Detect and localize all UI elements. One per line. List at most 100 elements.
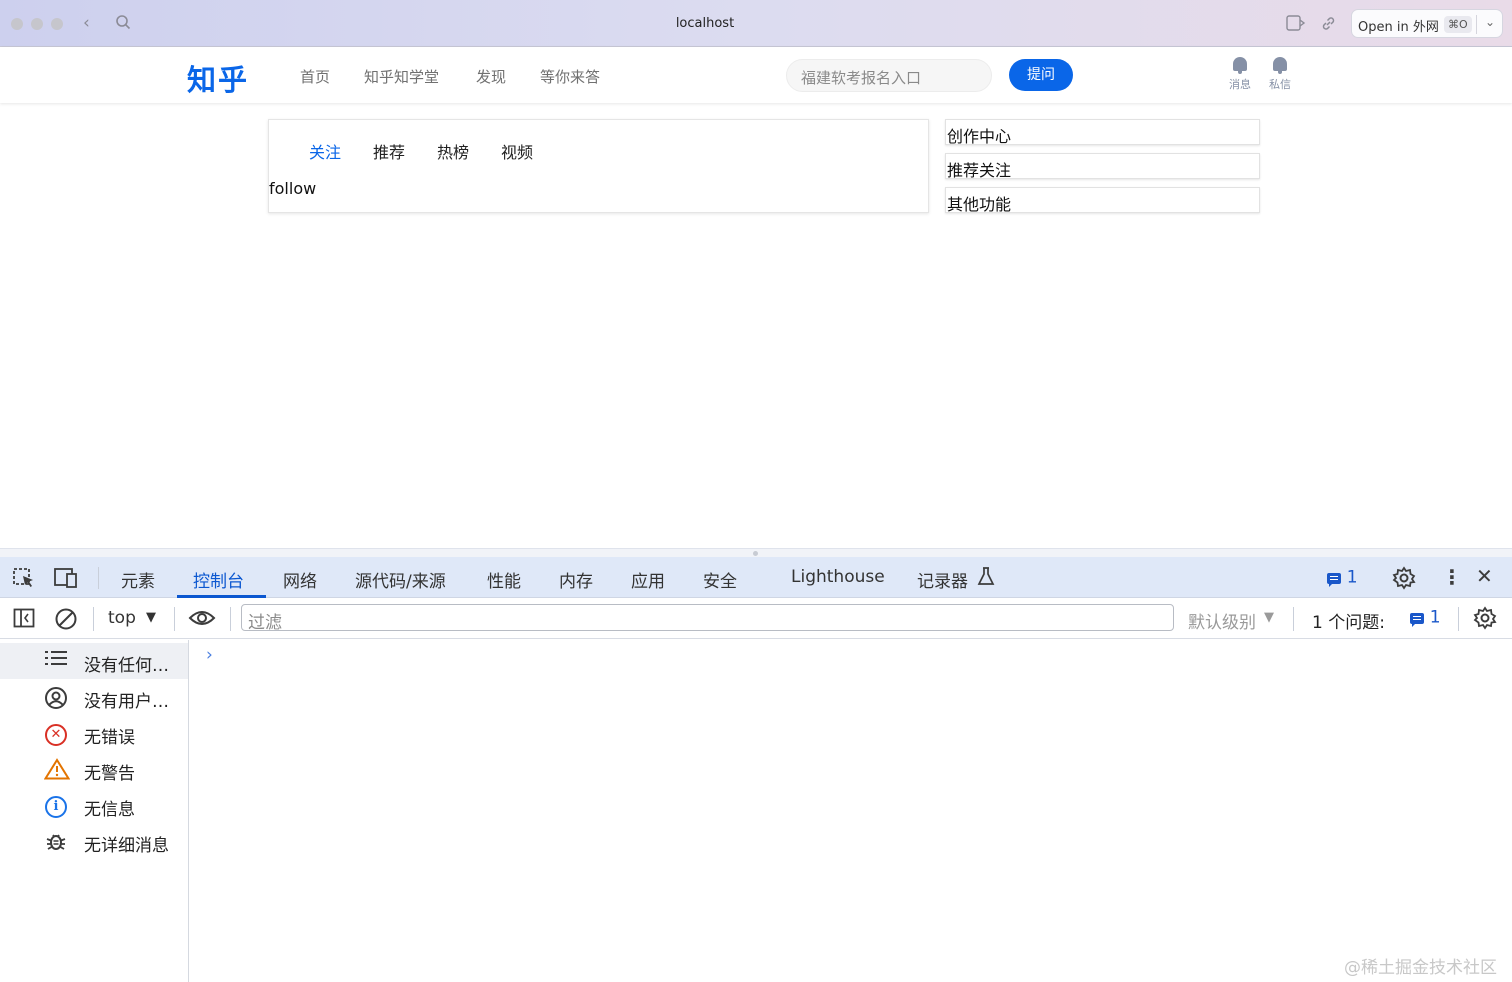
tab-performance[interactable]: 性能 <box>487 567 521 592</box>
sidebar-item-label: 无警告 <box>84 764 135 784</box>
message-icon <box>1410 612 1424 627</box>
tab-lighthouse[interactable]: Lighthouse <box>791 567 885 587</box>
sidebar-item-label: 无详细消息 <box>84 836 169 856</box>
nav-item-waiting-answers[interactable]: 等你来答 <box>540 66 600 87</box>
caret-down-icon[interactable]: ▼ <box>1264 610 1274 625</box>
nav-item-academy[interactable]: 知乎知学堂 <box>364 66 439 87</box>
list-icon <box>44 650 68 672</box>
settings-gear-icon[interactable] <box>1392 566 1416 594</box>
tab-security[interactable]: 安全 <box>703 567 737 592</box>
issues-label: 1 个问题: <box>1312 613 1385 633</box>
clear-console-icon[interactable] <box>54 607 78 635</box>
divider <box>98 567 99 589</box>
device-toolbar-icon[interactable] <box>53 567 79 593</box>
feed-card: 关注 推荐 热榜 视频 follow <box>268 119 929 213</box>
tab-network[interactable]: 网络 <box>283 567 317 592</box>
sidebar-toggle-icon[interactable] <box>13 608 35 632</box>
info-icon: i <box>44 794 68 818</box>
search-icon[interactable] <box>115 14 131 33</box>
flask-icon <box>977 566 995 590</box>
private-messages-button[interactable]: 私信 <box>1265 57 1295 92</box>
issues-badge-count: 1 <box>1346 567 1358 588</box>
issues-button[interactable]: 1 <box>1410 609 1441 627</box>
tab-elements[interactable]: 元素 <box>121 567 155 592</box>
sidebar-item-verbose[interactable]: 无详细消息 <box>0 823 188 859</box>
bell-icon <box>1233 57 1247 74</box>
sidebar-item-all-messages[interactable]: 没有任何… <box>0 643 188 679</box>
zhihu-logo[interactable]: 知乎 <box>187 57 249 99</box>
tab-memory[interactable]: 内存 <box>559 567 593 592</box>
site-header: 知乎 首页 知乎知学堂 发现 等你来答 福建软考报名入口 提问 消息 私信 <box>0 47 1512 103</box>
eye-icon[interactable] <box>188 608 216 632</box>
reader-icon[interactable] <box>1286 15 1306 34</box>
link-icon[interactable] <box>1320 15 1337 35</box>
open-in-label: Open in 外网 <box>1358 20 1439 35</box>
sidebar-item-label: 没有用户… <box>84 692 169 712</box>
more-options-icon[interactable]: ⋮ <box>1442 567 1462 587</box>
divider <box>1458 607 1459 631</box>
bell-icon <box>1273 57 1287 74</box>
caret-down-icon[interactable]: ▼ <box>146 610 156 625</box>
error-icon: ✕ <box>44 722 68 746</box>
issues-count: 1 <box>1429 607 1441 628</box>
nav-item-discover[interactable]: 发现 <box>476 66 506 87</box>
divider <box>174 607 175 631</box>
search-placeholder: 福建软考报名入口 <box>801 69 922 87</box>
messages-label: 消息 <box>1229 78 1251 91</box>
inspect-element-icon[interactable] <box>12 567 36 593</box>
messages-button[interactable]: 消息 <box>1225 57 1255 92</box>
sidebar-item-label: 没有任何… <box>84 656 169 676</box>
browser-titlebar: ‹ localhost Open in 外网 ⌘O ⌄ <box>0 0 1512 47</box>
log-level-dropdown[interactable]: 默认级别 <box>1188 608 1256 633</box>
console-prompt[interactable]: › <box>206 645 213 665</box>
address-bar-url[interactable]: localhost <box>640 16 770 31</box>
tab-console[interactable]: 控制台 <box>193 567 244 592</box>
recommended-follow-card[interactable]: 推荐关注 <box>945 153 1260 180</box>
search-input[interactable]: 福建软考报名入口 <box>786 59 992 92</box>
creator-center-card[interactable]: 创作中心 <box>945 119 1260 146</box>
context-selector[interactable]: top <box>108 608 136 628</box>
minimize-window-button[interactable] <box>31 18 43 30</box>
tab-application[interactable]: 应用 <box>631 567 665 592</box>
console-settings-gear-icon[interactable] <box>1473 606 1497 634</box>
issues-badge-button[interactable]: 1 <box>1327 569 1358 587</box>
tab-follow[interactable]: 关注 <box>309 139 341 163</box>
ask-question-button[interactable]: 提问 <box>1009 59 1073 91</box>
console-toolbar: top ▼ 过滤 默认级别 ▼ 1 个问题: 1 <box>0 598 1512 639</box>
filter-input[interactable]: 过滤 <box>241 604 1174 633</box>
other-features-label: 其他功能 <box>947 195 1012 214</box>
tab-recommend[interactable]: 推荐 <box>373 139 405 163</box>
nav-item-home[interactable]: 首页 <box>300 66 330 87</box>
close-icon[interactable]: ✕ <box>1476 566 1493 586</box>
message-icon <box>1327 572 1341 587</box>
devtools-tab-bar: 元素 控制台 网络 源代码/来源 性能 内存 应用 安全 Lighthouse … <box>0 557 1512 598</box>
sidebar-item-warnings[interactable]: 无警告 <box>0 751 188 787</box>
sidebar-item-errors[interactable]: ✕ 无错误 <box>0 715 188 751</box>
tab-hot[interactable]: 热榜 <box>437 139 469 163</box>
close-window-button[interactable] <box>11 18 23 30</box>
divider <box>93 607 94 631</box>
user-icon <box>44 686 68 709</box>
filter-placeholder: 过滤 <box>248 613 282 633</box>
tab-sources[interactable]: 源代码/来源 <box>355 567 446 592</box>
console-sidebar: 没有任何… 没有用户… ✕ 无错误 无警告 i 无信息 无详细消息 <box>0 640 189 982</box>
sidebar-item-label: 无错误 <box>84 728 135 748</box>
back-icon[interactable]: ‹ <box>83 15 90 32</box>
sidebar-item-label: 无信息 <box>84 800 135 820</box>
zoom-window-button[interactable] <box>51 18 63 30</box>
divider <box>1293 607 1294 631</box>
open-in-button[interactable]: Open in 外网 ⌘O ⌄ <box>1351 9 1503 38</box>
private-messages-label: 私信 <box>1269 78 1291 91</box>
tab-recorder[interactable]: 记录器 <box>917 567 968 592</box>
sidebar-item-info[interactable]: i 无信息 <box>0 787 188 823</box>
bug-icon <box>44 830 68 852</box>
devtools-resize-handle[interactable] <box>0 548 1512 557</box>
other-features-card[interactable]: 其他功能 <box>945 187 1260 214</box>
watermark: @稀土掘金技术社区 <box>1344 958 1497 978</box>
screen: ‹ localhost Open in 外网 ⌘O ⌄ 知乎 首页 知乎知学堂 … <box>0 0 1512 982</box>
divider <box>230 607 231 631</box>
sidebar-item-user-messages[interactable]: 没有用户… <box>0 679 188 715</box>
creator-center-label: 创作中心 <box>947 127 1012 146</box>
tab-video[interactable]: 视频 <box>501 139 533 163</box>
chevron-down-icon[interactable]: ⌄ <box>1485 15 1495 29</box>
